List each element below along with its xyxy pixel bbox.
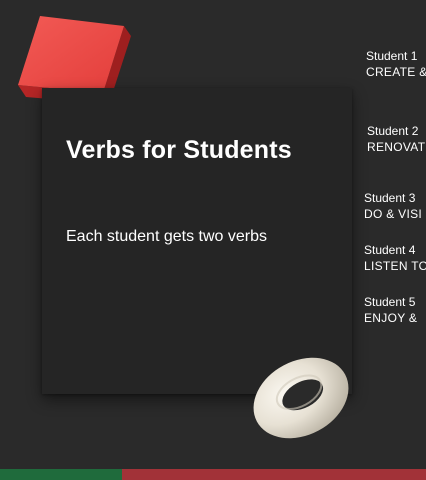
student-label: Student 3 xyxy=(364,191,416,205)
student-entry-1: Student 1 CREATE & xyxy=(366,48,426,80)
student-verbs: DO & VISI xyxy=(364,207,423,221)
slide-title: Verbs for Students xyxy=(66,136,292,164)
student-label: Student 5 xyxy=(364,295,416,309)
slide: Verbs for Students Each student gets two… xyxy=(0,0,426,480)
student-verbs: RENOVAT xyxy=(367,140,426,154)
student-verbs: ENJOY & xyxy=(364,311,418,325)
bottom-bar-green xyxy=(0,469,122,480)
student-label: Student 4 xyxy=(364,243,416,257)
student-entry-5: Student 5 ENJOY & xyxy=(364,294,417,326)
student-entry-3: Student 3 DO & VISI xyxy=(364,190,422,222)
student-label: Student 2 xyxy=(367,124,419,138)
student-label: Student 1 xyxy=(366,49,418,63)
slide-subtitle: Each student gets two verbs xyxy=(66,228,267,245)
student-verbs: CREATE & xyxy=(366,65,426,79)
bottom-bar-red xyxy=(122,469,426,480)
student-verbs: LISTEN TO xyxy=(364,259,426,273)
student-entry-2: Student 2 RENOVAT xyxy=(367,123,425,155)
student-entry-4: Student 4 LISTEN TO xyxy=(364,242,426,274)
torus-decoration xyxy=(253,357,349,439)
